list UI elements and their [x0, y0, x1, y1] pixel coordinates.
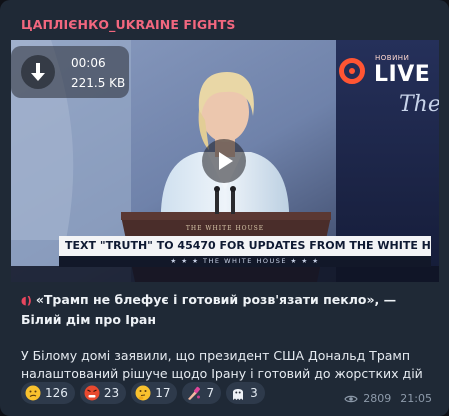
live-badge-caption: НОВИНИ — [375, 54, 410, 62]
download-info: 00:06 221.5 KB — [11, 46, 129, 98]
reaction-count: 23 — [103, 386, 120, 400]
message-body: У Білому домі заявили, що президент США … — [21, 348, 423, 381]
thinking-face-icon — [135, 385, 151, 401]
video-file-size: 221.5 KB — [71, 76, 126, 90]
news-ticker: TEXT "TRUTH" TO 45470 FOR UPDATES FROM T… — [59, 236, 431, 256]
message-meta: 2809 21:05 — [344, 392, 432, 405]
message-bubble: ЦАПЛІЄНКО_UKRAINE FIGHTS THE WHITE HOUSE… — [0, 0, 449, 416]
angry-face-icon — [84, 385, 100, 401]
view-count: 2809 — [363, 392, 392, 405]
play-icon — [219, 152, 233, 170]
live-badge: НОВИНИ LIVE — [337, 50, 435, 94]
headline-text: «Трамп не блефує і готовий розв'язати пе… — [21, 292, 397, 327]
reaction-count: 17 — [155, 386, 171, 400]
reaction-confused[interactable]: 126 — [21, 382, 75, 404]
channel-name[interactable]: ЦАПЛІЄНКО_UKRAINE FIGHTS — [21, 17, 235, 32]
video-duration: 00:06 — [71, 56, 106, 70]
reaction-nail-polish[interactable]: 7 — [182, 382, 222, 404]
reaction-ghost[interactable]: 3 — [226, 382, 265, 404]
reaction-count: 3 — [250, 386, 258, 400]
download-arrow-icon — [31, 63, 45, 81]
reaction-thinking[interactable]: 17 — [131, 382, 178, 404]
reaction-angry[interactable]: 23 — [79, 382, 127, 404]
news-ticker-sub: ★ ★ ★ THE WHITE HOUSE ★ ★ ★ — [59, 256, 431, 267]
live-broadcast-icon — [339, 58, 365, 84]
message-time: 21:05 — [400, 392, 432, 405]
nail-polish-icon — [188, 386, 201, 400]
eye-icon — [344, 395, 358, 402]
ghost-icon — [233, 389, 244, 400]
backdrop-sign: The W — [399, 92, 439, 117]
reaction-count: 126 — [45, 386, 68, 400]
download-button[interactable] — [21, 55, 55, 89]
live-badge-label: LIVE — [374, 62, 431, 87]
loudspeaker-icon: ◖) — [21, 294, 32, 307]
message-headline: ◖) «Трамп не блефує і готовий розв'язати … — [21, 290, 431, 329]
podium-label: THE WHITE HOUSE — [186, 225, 264, 232]
play-button[interactable] — [202, 139, 246, 183]
reaction-count: 7 — [206, 386, 215, 400]
video-preview[interactable]: THE WHITE HOUSE НОВИНИ LIVE The W 00:06 … — [11, 40, 439, 282]
reactions-bar: 126 23 17 7 3 — [21, 382, 265, 404]
confused-face-icon — [25, 385, 41, 401]
